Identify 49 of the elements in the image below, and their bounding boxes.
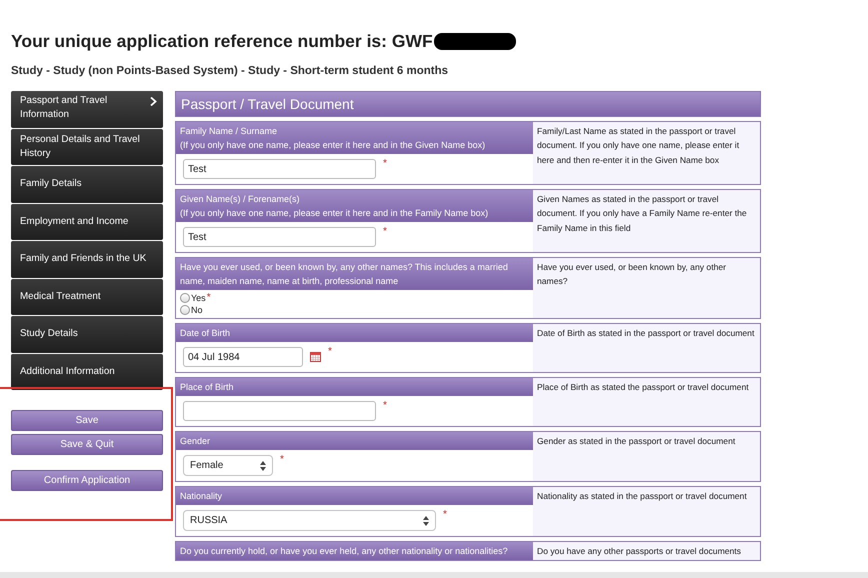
dropdown[interactable]: Female [183,455,273,476]
required-marker: * [206,292,211,303]
help-text: Date of Birth as stated in the passport or travel document [533,324,760,372]
chevron-icon [150,97,157,106]
save-button[interactable]: Save & Quit [11,434,163,455]
dropdown[interactable]: RUSSIA [183,510,436,531]
help-text: Have you ever used, or been known by, any other names? [533,258,760,318]
required-marker: * [383,400,387,411]
nav-item[interactable]: Family and Friends in the UK [11,241,163,278]
save-button[interactable]: Save [11,410,163,431]
field-label: Date of Birth [176,324,533,342]
field-label: Family Name / Surname (If you only have one name, please enter it here and in the Given Name box) [176,122,533,154]
nav-item[interactable]: Personal Details and Travel History [11,128,163,165]
help-text: Place of Birth as stated the passport or travel document [533,378,760,426]
nav-item[interactable]: Additional Information [11,354,163,390]
nav-item[interactable]: Passport and Travel Information [11,91,163,128]
text-field[interactable]: Test [183,159,376,179]
required-marker: * [383,226,387,237]
radio-option[interactable]: Yes* [180,293,529,303]
visa-type-subtitle: Study - Study (non Points-Based System) - Study - Short-term student 6 months [11,65,450,77]
sort-arrows-icon [423,516,429,526]
text-field[interactable] [183,401,376,421]
field-label: Nationality [176,487,533,505]
sort-arrows-icon [260,460,266,470]
help-text: Family/Last Name as stated in the passport or travel document. If you only have one name, please enter it here and then re-enter it in the Given Name box [533,122,760,184]
date-field[interactable]: 04 Jul 1984 [183,347,303,367]
field-label: Do you currently hold, or have you ever held, any other nationality or nationalities? [176,542,533,560]
required-marker: * [443,509,447,520]
field-label: Given Name(s) / Forename(s) (If you only have one name, please enter it here and in the Family Name box) [176,190,533,222]
help-text: Given Names as stated in the passport or travel document. If you only have a Family Name re-enter the Family Name in this field [533,190,760,252]
field-label: Place of Birth [176,378,533,396]
nav-item[interactable]: Study Details [11,316,163,352]
section-title: Passport / Travel Document [175,91,761,117]
required-marker: * [328,346,332,357]
confirm-button[interactable]: Confirm Application [11,470,163,491]
radio-option[interactable]: No [180,305,529,315]
nav-item[interactable]: Employment and Income [11,204,163,240]
nav-item[interactable]: Family Details [11,166,163,202]
help-text: Gender as stated in the passport or travel document [533,432,760,481]
text-field[interactable]: Test [183,227,376,247]
required-marker: * [280,454,284,465]
field-label: Gender [176,432,533,450]
required-marker: * [383,158,387,169]
field-label: Have you ever used, or been known by, any other names? This includes a married name, maiden name, name at birth, professional name [176,258,533,290]
page-heading: Your unique application reference number is: GWF [11,30,433,52]
calendar-icon[interactable] [310,352,321,362]
nav-item[interactable]: Medical Treatment [11,278,163,315]
help-text: Nationality as stated in the passport or travel document [533,487,760,536]
help-text: Do you have any other passports or travel documents [533,542,760,560]
